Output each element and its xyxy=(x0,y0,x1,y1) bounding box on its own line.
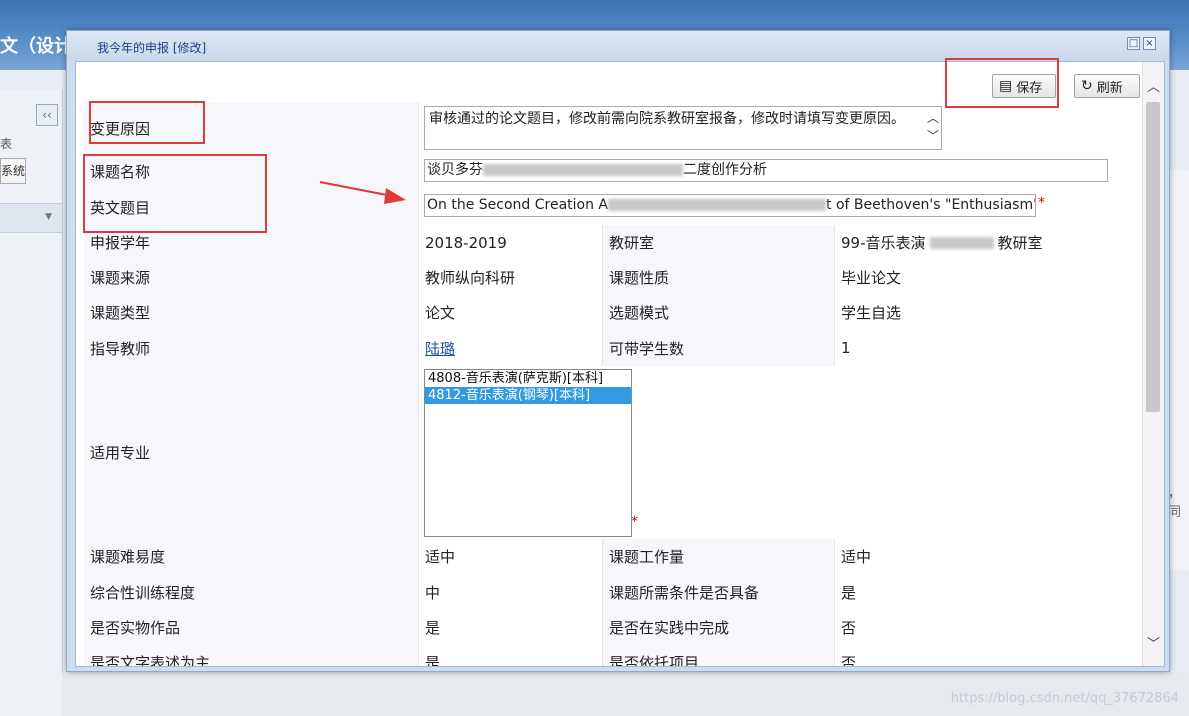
practice-label: 是否在实践中完成 xyxy=(602,610,834,645)
topic-source-label: 课题来源 xyxy=(90,269,151,287)
required-mark: * xyxy=(631,514,638,530)
row-topic-source: 课题来源 教师纵向科研 课题性质 毕业论文 xyxy=(84,260,1134,296)
selection-mode-value: 学生自选 xyxy=(834,295,1134,330)
collapse-sidebar-button[interactable]: ‹‹ xyxy=(36,104,58,126)
advisor-link[interactable]: 陆璐 xyxy=(425,338,455,359)
advisor-label: 指导教师 xyxy=(90,339,151,358)
scroll-thumb[interactable] xyxy=(1146,102,1160,412)
department-prefix: 99-音乐表演 xyxy=(841,234,926,252)
watermark: https://blog.csdn.net/qq_37672864 xyxy=(950,691,1179,706)
conditions-value: 是 xyxy=(834,574,1134,610)
change-reason-text: 审核通过的论文题目，修改前需向院系教研室报备，修改时请填写变更原因。 xyxy=(429,111,905,127)
student-count-value: 1 xyxy=(834,330,1134,366)
student-count-label: 可带学生数 xyxy=(602,330,834,366)
scroll-down-icon[interactable]: ﹀ xyxy=(1147,633,1160,652)
sidebar-dropdown[interactable]: ▼ xyxy=(0,203,62,233)
major-option[interactable]: 4808-音乐表演(萨克斯)[本科] xyxy=(425,370,631,387)
required-mark: * xyxy=(1038,195,1045,211)
workload-label: 课题工作量 xyxy=(602,539,834,574)
refresh-label: 刷新 xyxy=(1096,80,1123,96)
physical-work-value: 是 xyxy=(418,610,602,645)
dialog-body: ▤ 保存 ↻ 刷新 ︿ ﹀ 变更原因 审核通过的论文题目，修改前需向院系教研室报… xyxy=(75,61,1165,667)
text-based-value: 是 xyxy=(418,645,602,666)
english-title-input[interactable]: On the Second Creation A t of Beethoven's… xyxy=(424,194,1036,217)
topic-nature-value: 毕业论文 xyxy=(834,260,1134,295)
sidebar-system-button[interactable]: 系统 xyxy=(0,158,26,184)
text-based-label: 是否文字表述为主 xyxy=(90,654,211,667)
workload-value: 适中 xyxy=(834,539,1134,574)
app-title-fragment: 文（设计 xyxy=(0,36,72,57)
conditions-label: 课题所需条件是否具备 xyxy=(602,574,834,610)
sidebar-text: 表 xyxy=(0,137,13,151)
dialog-title: 我今年的申报 [修改] xyxy=(97,41,207,55)
vertical-scrollbar[interactable]: ︿ ﹀ xyxy=(1142,62,1164,666)
english-title-prefix: On the Second Creation A xyxy=(427,197,609,213)
topic-type-label: 课题类型 xyxy=(90,304,151,322)
restore-button[interactable]: □ xyxy=(1127,37,1140,50)
change-reason-textarea[interactable]: 审核通过的论文题目，修改前需向院系教研室报备，修改时请填写变更原因。 ︿ ﹀ xyxy=(424,106,942,150)
redacted-text xyxy=(929,236,994,249)
english-title-suffix: t of Beethoven's "Enthusiasm" So xyxy=(826,197,1036,213)
project-based-label: 是否依托项目 xyxy=(602,645,834,666)
close-button[interactable]: × xyxy=(1143,37,1156,50)
row-training-level: 综合性训练程度 中 课题所需条件是否具备 是 xyxy=(84,574,1134,611)
topic-name-prefix: 谈贝多芬 xyxy=(427,162,483,178)
chevron-down-icon: ▼ xyxy=(45,212,52,222)
academic-year-value: 2018-2019 xyxy=(418,225,602,260)
training-level-value: 中 xyxy=(418,574,602,610)
major-option-selected[interactable]: 4812-音乐表演(钢琴)[本科] xyxy=(425,387,631,404)
row-change-reason: 变更原因 审核通过的论文题目，修改前需向院系教研室报备，修改时请填写变更原因。 … xyxy=(84,102,1134,155)
redacted-text xyxy=(608,199,827,211)
department-label: 教研室 xyxy=(602,225,834,260)
training-level-label: 综合性训练程度 xyxy=(90,583,196,602)
row-applicable-major: 适用专业 4808-音乐表演(萨克斯)[本科] 4812-音乐表演(钢琴)[本科… xyxy=(84,366,1134,540)
right-fragment-text: ，同 xyxy=(1168,486,1182,520)
topic-name-input[interactable]: 谈贝多芬 二度创作分析 xyxy=(424,159,1108,182)
practice-value: 否 xyxy=(834,610,1134,645)
dialog-header: 我今年的申报 [修改] □ × xyxy=(67,31,1169,61)
topic-type-value: 论文 xyxy=(418,295,602,330)
annotation-box-save xyxy=(945,58,1059,108)
topic-nature-label: 课题性质 xyxy=(602,260,834,295)
major-listbox[interactable]: 4808-音乐表演(萨克斯)[本科] 4812-音乐表演(钢琴)[本科] xyxy=(424,369,632,537)
row-text-based: 是否文字表述为主 是 是否依托项目 否 xyxy=(84,645,1134,667)
row-physical-work: 是否实物作品 是 是否在实践中完成 否 xyxy=(84,610,1134,646)
redacted-text xyxy=(483,164,683,176)
refresh-icon: ↻ xyxy=(1081,78,1093,94)
applicable-major-label: 适用专业 xyxy=(90,444,151,462)
row-topic-type: 课题类型 论文 选题模式 学生自选 xyxy=(84,295,1134,331)
physical-work-label: 是否实物作品 xyxy=(90,619,181,637)
textarea-scroll-icon[interactable]: ︿ ﹀ xyxy=(927,109,939,145)
difficulty-value: 适中 xyxy=(418,539,602,574)
refresh-button[interactable]: ↻ 刷新 xyxy=(1074,74,1140,98)
annotation-arrow-icon xyxy=(319,181,406,204)
row-advisor: 指导教师 陆璐 可带学生数 1 xyxy=(84,330,1134,367)
selection-mode-label: 选题模式 xyxy=(602,295,834,330)
project-based-value: 否 xyxy=(834,645,1134,666)
edit-declaration-dialog: 我今年的申报 [修改] □ × ▤ 保存 ↻ 刷新 ︿ ﹀ 变更原因 审核通过的… xyxy=(66,30,1170,672)
topic-name-suffix: 二度创作分析 xyxy=(683,162,767,178)
department-suffix: 教研室 xyxy=(997,234,1043,252)
annotation-box-change-reason xyxy=(89,101,205,144)
annotation-box-title-fields xyxy=(83,154,267,233)
scroll-up-icon[interactable]: ︿ xyxy=(1147,76,1160,95)
difficulty-label: 课题难易度 xyxy=(90,548,166,566)
row-difficulty: 课题难易度 适中 课题工作量 适中 xyxy=(84,539,1134,575)
department-value: 99-音乐表演 教研室 xyxy=(834,225,1134,260)
advisor-cell: 陆璐 xyxy=(418,330,602,366)
topic-source-value: 教师纵向科研 xyxy=(418,260,602,295)
